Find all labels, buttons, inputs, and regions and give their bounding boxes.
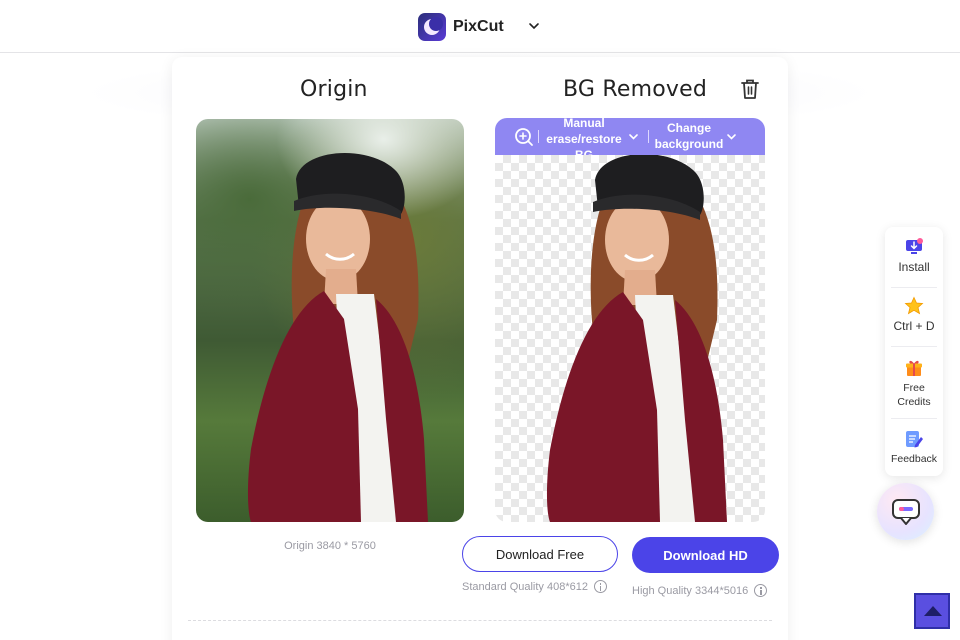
bookmark-button[interactable]: Ctrl + D — [885, 296, 943, 333]
brand[interactable]: PixCut — [418, 13, 504, 41]
change-label-line1: Change — [666, 121, 711, 135]
chevron-down-icon[interactable] — [726, 131, 737, 142]
bg-removed-title: BG Removed — [563, 77, 707, 102]
feedback-icon — [906, 431, 923, 448]
manual-label-line3: BG — [575, 148, 593, 155]
pixcut-logo-icon — [418, 13, 446, 41]
bg-removed-image — [495, 155, 765, 522]
info-icon[interactable] — [593, 580, 607, 593]
manual-label-line1: Manual — [563, 116, 605, 130]
trash-icon[interactable] — [740, 78, 760, 100]
chat-icon — [892, 499, 920, 525]
chat-support-button[interactable] — [877, 483, 934, 540]
gift-icon — [906, 360, 922, 376]
woman-portrait-image — [247, 152, 428, 522]
change-background-button[interactable]: Change background — [653, 120, 725, 152]
chevron-down-icon[interactable] — [528, 20, 540, 32]
bookmark-label: Ctrl + D — [893, 319, 935, 333]
side-divider — [891, 287, 937, 288]
top-header: PixCut — [0, 0, 960, 53]
free-credits-button[interactable]: Free Credits — [885, 358, 943, 409]
app-name: PixCut — [453, 18, 504, 35]
dashed-divider — [188, 620, 772, 621]
change-label-line2: background — [654, 137, 724, 151]
side-divider — [891, 346, 937, 347]
download-hd-button[interactable]: Download HD — [632, 537, 779, 573]
free-credits-label-line1: Free — [903, 382, 925, 394]
standard-quality-label: Standard Quality 408*612 — [462, 580, 588, 593]
origin-resolution: Origin 3840 * 5760 — [284, 540, 376, 552]
chevron-down-icon[interactable] — [628, 131, 639, 142]
feedback-button[interactable]: Feedback — [885, 429, 943, 466]
zoom-in-icon[interactable] — [514, 127, 534, 147]
toolbar-divider — [538, 130, 539, 143]
side-divider — [891, 418, 937, 419]
toolbar-divider — [648, 130, 649, 143]
install-icon — [906, 238, 923, 254]
woman-cutout-image — [546, 155, 727, 522]
high-quality-label: High Quality 3344*5016 — [632, 584, 749, 597]
edit-toolbar: Manual erase/restore BG Change backgroun… — [495, 115, 765, 155]
origin-title: Origin — [300, 77, 368, 102]
origin-image — [196, 119, 464, 522]
side-panel: Install Ctrl + D Free Credits Feedback — [885, 227, 943, 476]
manual-label-line2: erase/restore — [546, 132, 622, 146]
star-icon — [904, 296, 924, 315]
install-button[interactable]: Install — [885, 237, 943, 274]
install-label: Install — [898, 260, 930, 274]
info-icon[interactable] — [754, 584, 768, 597]
manual-erase-restore-button[interactable]: Manual erase/restore BG — [545, 115, 623, 155]
high-quality-info: High Quality 3344*5016 — [632, 584, 768, 597]
scroll-to-top-button[interactable] — [914, 593, 950, 629]
free-credits-label-line2: Credits — [897, 396, 931, 408]
standard-quality-info: Standard Quality 408*612 — [462, 580, 607, 593]
feedback-label: Feedback — [890, 453, 938, 465]
download-free-button[interactable]: Download Free — [462, 536, 618, 572]
